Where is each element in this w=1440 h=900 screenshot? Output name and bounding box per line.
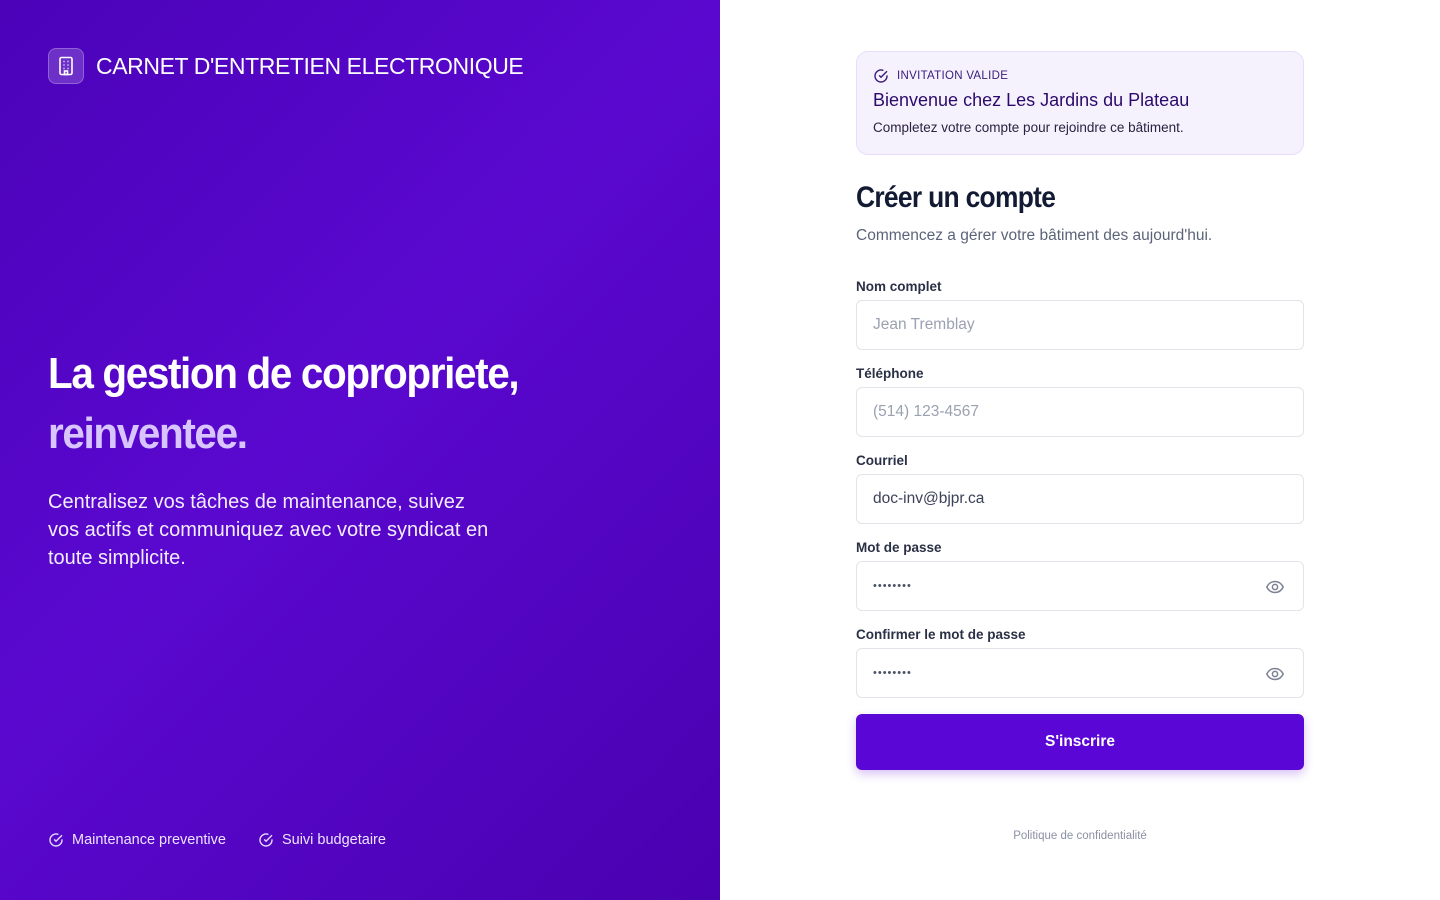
eye-icon[interactable] (1265, 664, 1285, 684)
form-panel: INVITATION VALIDE Bienvenue chez Les Jar… (720, 0, 1440, 900)
eye-icon[interactable] (1265, 577, 1285, 597)
brand: CARNET D'ENTRETIEN ELECTRONIQUE (48, 48, 524, 84)
check-circle-icon (259, 833, 273, 847)
confirm-password-field-group: Confirmer le mot de passe (856, 627, 1304, 698)
brand-name: CARNET D'ENTRETIEN ELECTRONIQUE (96, 52, 524, 79)
email-label: Courriel (856, 453, 908, 468)
invitation-tag: INVITATION VALIDE (873, 68, 1287, 84)
confirm-password-label: Confirmer le mot de passe (856, 627, 1026, 642)
name-label: Nom complet (856, 279, 942, 294)
phone-input[interactable] (873, 403, 1287, 421)
password-label: Mot de passe (856, 540, 942, 555)
building-icon (48, 48, 84, 84)
signup-panel: INVITATION VALIDE Bienvenue chez Les Jar… (856, 51, 1304, 770)
invitation-description: Completez votre compte pour rejoindre ce… (873, 120, 1184, 135)
name-field-group: Nom complet (856, 279, 1304, 350)
confirm-password-input-box (856, 648, 1304, 698)
email-input[interactable] (873, 490, 1287, 508)
confirm-password-input[interactable] (873, 667, 1287, 679)
invitation-tag-label: INVITATION VALIDE (897, 70, 1009, 82)
phone-label: Téléphone (856, 366, 924, 381)
hero-content: La gestion de copropriete, reinventee. C… (48, 344, 568, 572)
check-circle-icon (874, 69, 888, 83)
feature-list: Maintenance preventive Suivi budgetaire (48, 832, 386, 848)
invitation-banner: INVITATION VALIDE Bienvenue chez Les Jar… (856, 51, 1304, 155)
hero-title-accent: reinventee. (48, 409, 248, 458)
form-title: Créer un compte (856, 181, 1056, 214)
phone-field-group: Téléphone (856, 366, 1304, 437)
hero-subtitle: Centralisez vos tâches de maintenance, s… (48, 491, 489, 569)
hero-panel: CARNET D'ENTRETIEN ELECTRONIQUE La gesti… (0, 0, 720, 900)
password-input[interactable] (873, 580, 1287, 592)
signup-form: Nom complet Téléphone Courriel Mot de pa… (856, 279, 1304, 770)
invitation-title: Bienvenue chez Les Jardins du Plateau (873, 90, 1190, 110)
email-field-group: Courriel (856, 453, 1304, 524)
feature-label: Maintenance preventive (72, 832, 226, 848)
password-input-box (856, 561, 1304, 611)
feature-item: Suivi budgetaire (258, 832, 386, 848)
check-circle-icon (49, 833, 63, 847)
signup-button[interactable]: S'inscrire (856, 714, 1304, 770)
password-field-group: Mot de passe (856, 540, 1304, 611)
email-input-box (856, 474, 1304, 524)
feature-item: Maintenance preventive (48, 832, 226, 848)
hero-title-line1: La gestion de copropriete, (48, 349, 520, 398)
form-subtitle: Commencez a gérer votre bâtiment des auj… (856, 227, 1213, 244)
name-input[interactable] (873, 316, 1287, 334)
phone-input-box (856, 387, 1304, 437)
name-input-box (856, 300, 1304, 350)
hero-title: La gestion de copropriete, reinventee. (48, 344, 526, 464)
feature-label: Suivi budgetaire (281, 832, 386, 848)
privacy-policy-link[interactable]: Politique de confidentialité (856, 830, 1304, 842)
